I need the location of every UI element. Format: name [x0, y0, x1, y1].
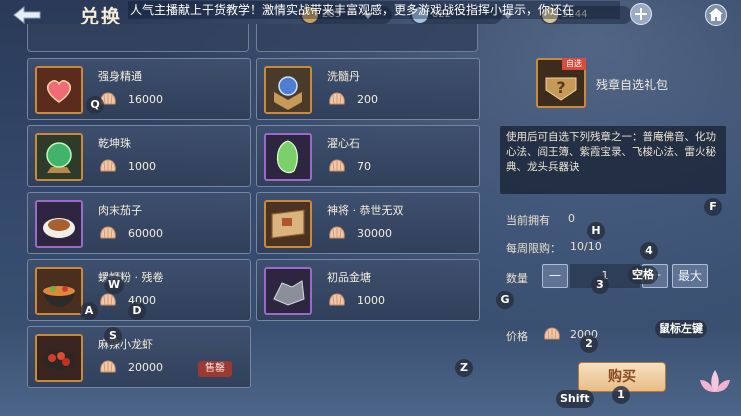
- quantity-decrease-button[interactable]: 一: [542, 264, 568, 288]
- owned-label: 当前拥有: [506, 214, 550, 227]
- key-hint-d: D: [128, 302, 146, 320]
- selected-item-name: 残章自选礼包: [596, 78, 669, 92]
- key-hint-2: 2: [580, 335, 598, 353]
- lotus-decoration: [690, 362, 740, 402]
- owned-value: 0: [568, 212, 575, 225]
- key-hint-shift: Shift: [556, 390, 594, 408]
- item-grid[interactable]: 强身精通 16000 洗髓丹 200 乾坤珠 1000 濯心石 70 肉末茄子: [27, 24, 482, 396]
- green-orb-icon: [35, 133, 83, 181]
- ore-icon: [264, 267, 312, 315]
- detail-panel: ? 自选 残章自选礼包 使用后可自选下列残章之一：普庵佛音、化功心法、阎王簿、紫…: [490, 44, 741, 416]
- sold-out-badge: 售罄: [198, 361, 232, 377]
- item-name: 乾坤珠: [98, 137, 131, 150]
- item-price: 60000: [128, 227, 163, 240]
- item-name: 濯心石: [327, 137, 360, 150]
- key-hint-3: 3: [591, 276, 609, 294]
- hearts-icon: [35, 66, 83, 114]
- home-icon: [709, 8, 723, 21]
- quantity-max-button[interactable]: 最大: [672, 264, 708, 288]
- quantity-label: 数量: [506, 272, 528, 285]
- item-price: 16000: [128, 93, 163, 106]
- item-price: 1000: [357, 294, 385, 307]
- noodle-bowl-icon: [35, 267, 83, 315]
- list-item[interactable]: 乾坤珠 1000: [27, 125, 251, 187]
- dish-icon: [35, 200, 83, 248]
- list-item[interactable]: 初品金塘 1000: [256, 259, 480, 321]
- key-hint-f: F: [704, 198, 722, 216]
- add-currency-button[interactable]: [630, 3, 652, 25]
- list-item-partial[interactable]: [27, 24, 249, 52]
- shell-currency-icon: [98, 292, 118, 308]
- selectable-tag: 自选: [562, 58, 586, 70]
- key-hint-1: 1: [612, 386, 630, 404]
- item-name: 洗髓丹: [327, 70, 360, 83]
- key-hint-w: W: [104, 276, 125, 294]
- item-price: 200: [357, 93, 378, 106]
- key-hint-space: 空格: [628, 266, 658, 284]
- item-name: 初品金塘: [327, 271, 371, 284]
- plus-icon: [635, 8, 647, 20]
- shell-currency-icon: [327, 91, 347, 107]
- back-arrow-icon: [13, 5, 41, 25]
- shell-currency-icon: [327, 292, 347, 308]
- item-price: 70: [357, 160, 371, 173]
- shell-currency-icon: [327, 225, 347, 241]
- shell-currency-icon: [327, 158, 347, 174]
- key-hint-s: S: [104, 327, 122, 345]
- list-item[interactable]: 肉末茄子 60000: [27, 192, 251, 254]
- price-label: 价格: [506, 330, 528, 343]
- news-ticker: 人气主播献上干货教学！激情实战带来丰富观感，更多游戏战役指挥小提示，你还在: [128, 1, 620, 19]
- shell-currency-icon: [98, 225, 118, 241]
- key-hint-z: Z: [455, 359, 473, 377]
- crayfish-icon: [35, 334, 83, 382]
- key-hint-h: H: [587, 222, 605, 240]
- item-description: 使用后可自选下列残章之一：普庵佛音、化功心法、阎王簿、紫霞宝录、飞梭心法、雷火秘…: [500, 126, 726, 194]
- key-hint-g: G: [496, 291, 514, 309]
- list-item-partial[interactable]: [256, 24, 478, 52]
- list-item[interactable]: 濯心石 70: [256, 125, 480, 187]
- key-hint-q: Q: [86, 96, 104, 114]
- item-price: 30000: [357, 227, 392, 240]
- svg-text:?: ?: [556, 78, 565, 97]
- green-stone-icon: [264, 133, 312, 181]
- shell-currency-icon: [98, 359, 118, 375]
- key-hint-mouse: 鼠标左键: [655, 320, 707, 338]
- back-button[interactable]: [10, 4, 46, 26]
- list-item[interactable]: 强身精通 16000: [27, 58, 251, 120]
- list-item[interactable]: 洗髓丹 200: [256, 58, 480, 120]
- item-name: 肉末茄子: [98, 204, 142, 217]
- home-button[interactable]: [705, 4, 727, 26]
- item-name: 强身精通: [98, 70, 142, 83]
- item-name: 神将 · 恭世无双: [327, 204, 404, 217]
- key-hint-a: A: [80, 302, 98, 320]
- shell-currency-icon: [98, 158, 118, 174]
- scroll-icon: [264, 200, 312, 248]
- shell-currency-icon: [542, 326, 562, 342]
- item-price: 1000: [128, 160, 156, 173]
- weekly-limit-value: 10/10: [570, 240, 602, 253]
- pill-box-icon: [264, 66, 312, 114]
- list-item[interactable]: 神将 · 恭世无双 30000: [256, 192, 480, 254]
- weekly-limit-label: 每周限购：: [506, 242, 561, 255]
- list-item[interactable]: 麻辣小龙虾 20000 售罄: [27, 326, 251, 388]
- key-hint-4: 4: [640, 242, 658, 260]
- item-price: 20000: [128, 361, 163, 374]
